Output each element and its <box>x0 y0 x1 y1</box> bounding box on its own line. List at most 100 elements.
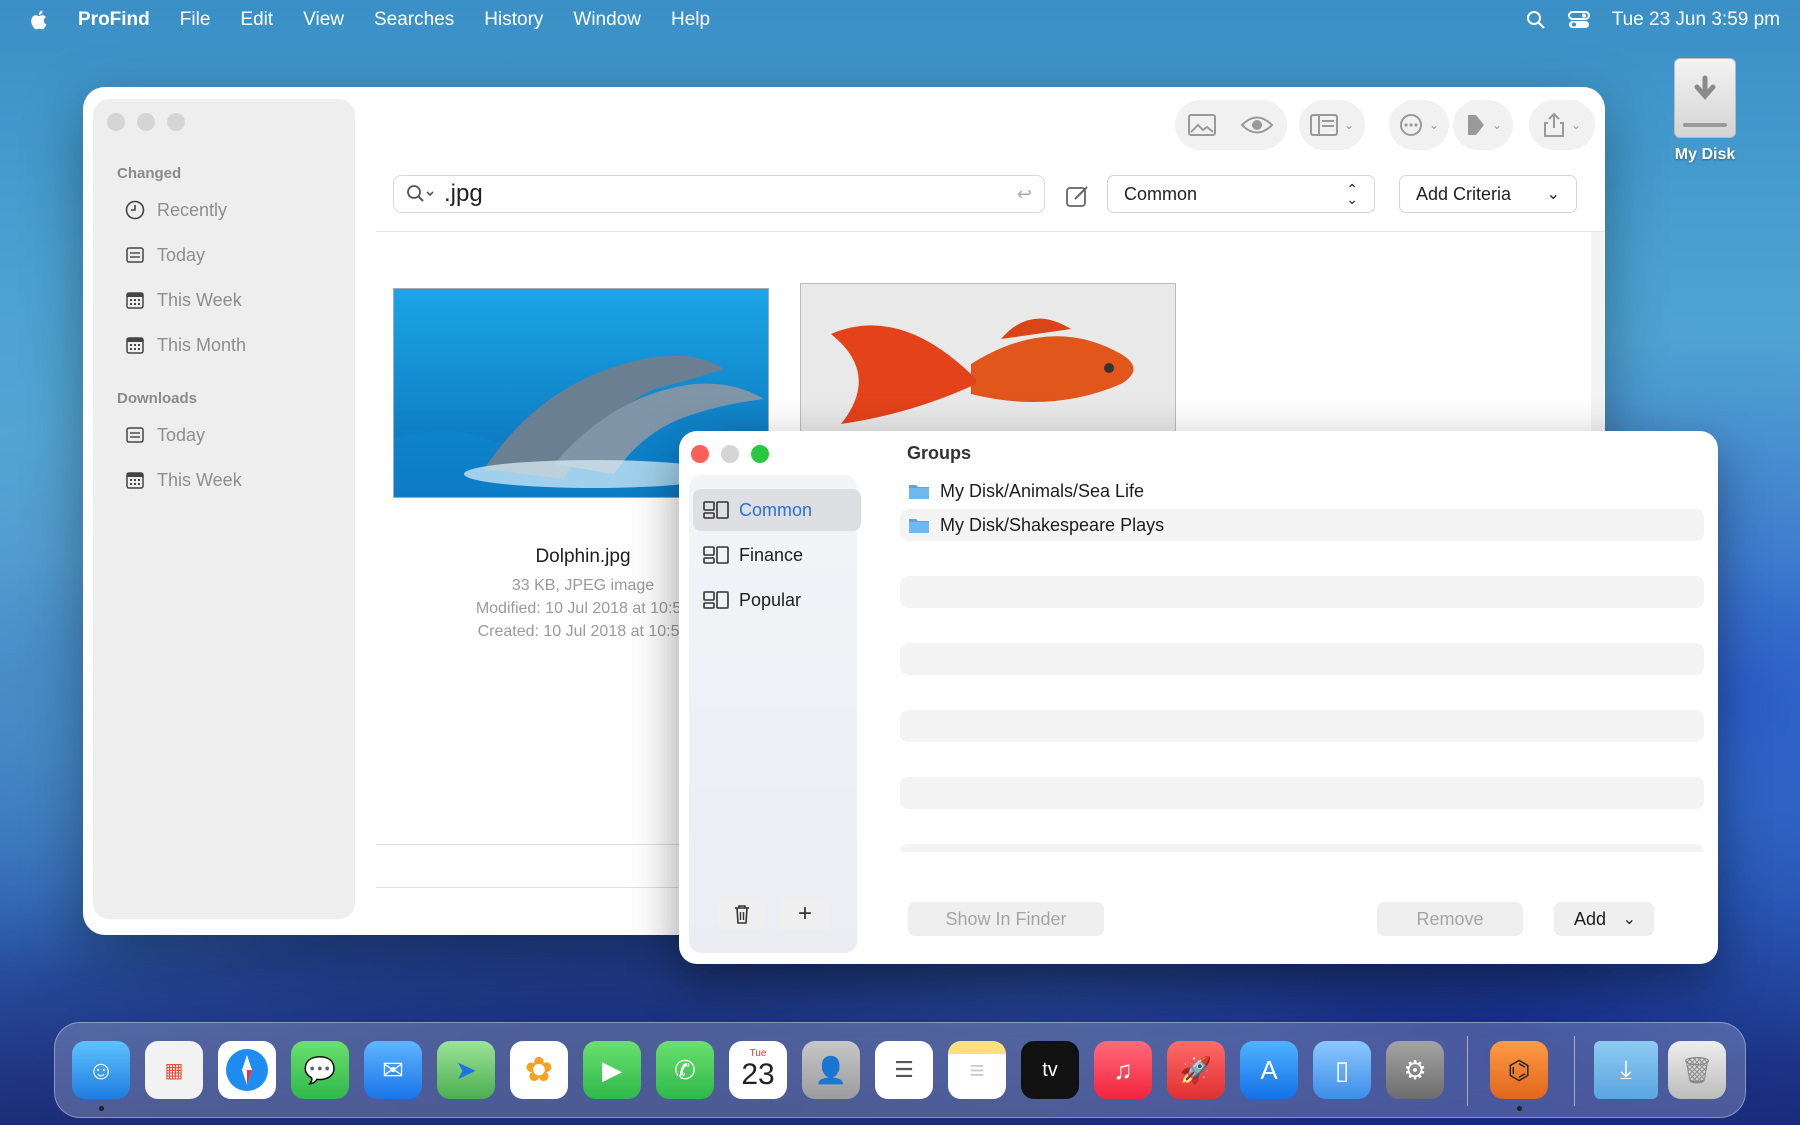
group-icon <box>703 501 729 519</box>
group-item-popular[interactable]: Popular <box>693 579 861 621</box>
list-icon <box>126 427 144 443</box>
minimize-button[interactable] <box>137 113 155 131</box>
calendar-icon <box>126 292 144 309</box>
external-disk-icon <box>1674 58 1736 138</box>
search-icon <box>407 185 434 202</box>
sidebar-item-this-month[interactable]: This Month <box>125 330 246 360</box>
sidebar-item-recently[interactable]: Recently <box>125 195 227 225</box>
trash-bin-icon[interactable]: 🗑 <box>1668 1041 1726 1099</box>
remove-button[interactable]: Remove <box>1377 902 1523 936</box>
spotlight-search-icon[interactable] <box>1526 10 1546 30</box>
folder-icon <box>909 519 929 533</box>
sidebar: Changed Recently Today This Week This Mo… <box>93 99 355 919</box>
group-item-common[interactable]: Common <box>693 489 861 531</box>
maps-icon[interactable]: ➤ <box>437 1041 495 1099</box>
sidebar-item-downloads-this-week[interactable]: This Week <box>125 465 242 495</box>
mail-icon[interactable]: ✉ <box>364 1041 422 1099</box>
sidebar-item-label: This Week <box>157 289 242 310</box>
edit-menu[interactable]: Edit <box>240 9 273 31</box>
history-menu[interactable]: History <box>484 9 543 31</box>
calendar-date: 23 <box>741 1058 775 1091</box>
profind-app-icon[interactable]: ⌬ <box>1490 1041 1548 1099</box>
window-menu[interactable]: Window <box>573 9 641 31</box>
calendar-icon <box>126 472 144 489</box>
group-select[interactable]: Common ⌃ ⌄ <box>1107 175 1375 213</box>
show-in-finder-button[interactable]: Show In Finder <box>908 902 1104 936</box>
desktop-disk-label: My Disk <box>1674 146 1736 163</box>
notes-icon[interactable]: ≡ <box>948 1041 1006 1099</box>
share-icon <box>1543 112 1564 137</box>
add-criteria-popup[interactable]: Add Criteria ⌄ <box>1399 175 1577 213</box>
sidebar-item-label: This Week <box>157 469 242 490</box>
view-mode-button[interactable]: ⌄ <box>1299 100 1365 150</box>
view-menu[interactable]: View <box>303 9 344 31</box>
rocket-icon[interactable]: 🚀 <box>1167 1041 1225 1099</box>
sidebar-item-label: This Month <box>157 334 247 355</box>
menu-bar: ProFind File Edit View Searches History … <box>0 0 1800 40</box>
trash-icon <box>735 905 749 924</box>
iphone-mirroring-icon[interactable]: ▯ <box>1313 1041 1371 1099</box>
folder-row[interactable]: My Disk/Animals/Sea Life <box>900 475 1704 507</box>
music-icon[interactable]: ♫ <box>1094 1041 1152 1099</box>
folder-row[interactable]: My Disk/Shakespeare Plays <box>900 509 1704 541</box>
zoom-button[interactable] <box>751 445 769 463</box>
file-menu[interactable]: File <box>180 9 211 31</box>
reminders-icon[interactable]: ☰ <box>875 1041 933 1099</box>
sidebar-item-downloads-today[interactable]: Today <box>125 420 205 450</box>
remove-label: Remove <box>1416 908 1484 929</box>
app-store-icon[interactable]: A <box>1240 1041 1298 1099</box>
close-button[interactable] <box>691 445 709 463</box>
group-item-finance[interactable]: Finance <box>693 534 861 576</box>
calendar-app-icon[interactable]: Tue 23 <box>729 1041 787 1099</box>
groups-title: Groups <box>907 443 972 463</box>
folder-path: My Disk/Animals/Sea Life <box>940 480 1145 501</box>
group-icon <box>703 591 729 609</box>
tags-button[interactable]: ⌄ <box>1453 100 1513 150</box>
app-name-menu[interactable]: ProFind <box>78 9 150 31</box>
add-group-button[interactable]: + <box>780 898 830 930</box>
facetime-icon[interactable]: ▶ <box>583 1041 641 1099</box>
system-settings-icon[interactable]: ⚙ <box>1386 1041 1444 1099</box>
messages-icon[interactable]: 💬 <box>291 1041 349 1099</box>
delete-group-button[interactable] <box>719 898 765 930</box>
image-preview-icon[interactable] <box>1188 114 1216 136</box>
control-center-icon[interactable] <box>1567 10 1590 30</box>
add-criteria-label: Add Criteria <box>1416 183 1512 204</box>
chevron-down-icon: ⌄ <box>1570 118 1582 132</box>
add-button[interactable]: Add ⌄ <box>1554 902 1654 936</box>
apple-tv-icon[interactable]: tv <box>1021 1041 1079 1099</box>
searches-menu[interactable]: Searches <box>374 9 454 31</box>
more-actions-button[interactable]: ⌄ <box>1389 100 1449 150</box>
chevron-down-icon: ⌄ <box>1622 911 1636 928</box>
finder-icon[interactable]: ☺ <box>72 1041 130 1099</box>
sidebar-item-today[interactable]: Today <box>125 240 205 270</box>
columns-view-icon <box>1309 114 1338 136</box>
close-button[interactable] <box>107 113 125 131</box>
empty-row <box>900 710 1704 742</box>
launchpad-icon[interactable]: ▦ <box>145 1041 203 1099</box>
search-field[interactable]: .jpg ↩ <box>393 175 1045 213</box>
help-menu[interactable]: Help <box>671 9 710 31</box>
group-item-label: Finance <box>739 544 804 565</box>
desktop-disk-icon[interactable]: My Disk <box>1660 58 1750 164</box>
dock-separator <box>1467 1036 1468 1106</box>
safari-icon[interactable] <box>218 1041 276 1099</box>
share-button[interactable]: ⌄ <box>1529 100 1595 150</box>
downloads-folder-icon[interactable]: ⤓ <box>1594 1041 1658 1099</box>
quick-look-eye-icon[interactable] <box>1240 114 1274 136</box>
list-icon <box>126 247 144 263</box>
folder-icon <box>909 485 929 499</box>
photos-icon[interactable]: ✿ <box>510 1041 568 1099</box>
phone-icon[interactable]: ✆ <box>656 1041 714 1099</box>
zoom-button[interactable] <box>167 113 185 131</box>
window-controls <box>691 445 769 463</box>
group-item-label: Popular <box>739 589 802 610</box>
search-query: .jpg <box>444 180 483 207</box>
edit-search-icon[interactable] <box>1065 183 1091 209</box>
contacts-icon[interactable]: 👤 <box>802 1041 860 1099</box>
sidebar-item-this-week[interactable]: This Week <box>125 285 242 315</box>
menubar-clock[interactable]: Tue 23 Jun 3:59 pm <box>1612 9 1780 31</box>
minimize-button[interactable] <box>721 445 739 463</box>
chevron-down-icon: ⌄ <box>1428 118 1440 132</box>
apple-menu-icon[interactable] <box>28 9 48 31</box>
